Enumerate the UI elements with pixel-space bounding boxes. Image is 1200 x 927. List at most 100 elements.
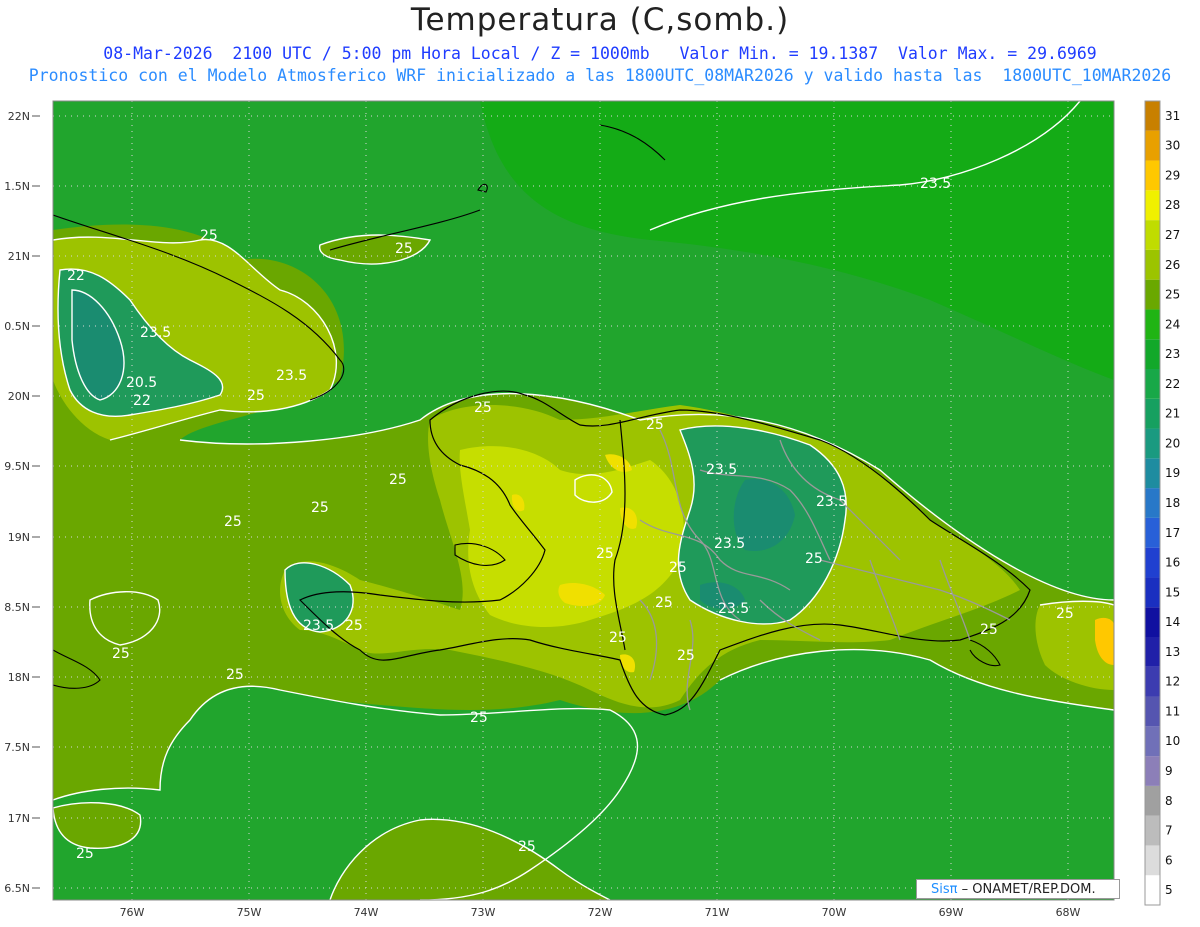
colorbar-label: 12 [1165,675,1180,689]
lat-tick-label: 9.5N [4,460,30,473]
colorbar-label: 14 [1165,615,1180,629]
colorbar-label: 21 [1165,407,1180,421]
lat-tick-label: 18N [8,671,30,684]
colorbar-swatch [1145,130,1160,161]
contour-label: 25 [345,618,363,634]
colorbar-swatch [1145,369,1160,399]
contour-label: 25 [389,472,407,488]
colorbar-label: 22 [1165,377,1180,391]
lon-tick-label: 74W [354,906,379,919]
lat-tick-label: 1.5N [4,180,30,193]
colorbar-label: 27 [1165,228,1180,242]
contour-label: 23.5 [714,536,745,552]
colorbar-label: 24 [1165,317,1180,331]
colorbar-swatch [1145,607,1160,637]
colorbar-swatch [1145,815,1160,846]
contour-label: 25 [1056,606,1074,622]
colorbar-label: 5 [1165,883,1173,897]
contour-label: 25 [247,388,265,404]
colorbar-swatch [1145,160,1160,191]
colorbar-label: 15 [1165,585,1180,599]
colorbar-swatch [1145,785,1160,816]
lat-tick-label: 8.5N [4,601,30,614]
contour-label: 25 [311,500,329,516]
lat-tick-label: 6.5N [4,882,30,895]
colorbar-swatch [1145,666,1160,697]
contour-label: 25 [395,241,413,257]
contour-label: 25 [655,595,673,611]
lat-tick-label: 22N [8,110,30,123]
colorbar-label: 8 [1165,794,1173,808]
colorbar-swatch [1145,309,1160,340]
colorbar-swatch [1145,726,1160,757]
colorbar-label: 25 [1165,288,1180,302]
lon-tick-label: 71W [705,906,730,919]
contour-label: 23.5 [706,462,737,478]
colorbar-label: 10 [1165,734,1180,748]
credit-box: Sisπ – ONAMET/REP.DOM. [916,879,1120,899]
contour-label: 25 [224,514,242,530]
colorbar-label: 9 [1165,764,1173,778]
lon-tick-label: 73W [471,906,496,919]
contour-label: 25 [76,846,94,862]
colorbar-label: 26 [1165,258,1180,272]
colorbar-swatch [1145,875,1160,905]
contour-label: 22 [67,268,85,284]
colorbar-label: 28 [1165,198,1180,212]
contour-label: 23.5 [718,601,749,617]
contour-label: 25 [646,417,664,433]
colorbar-swatch [1145,547,1160,578]
contour-label: 25 [609,630,627,646]
contour-label: 25 [805,551,823,567]
colorbar-swatch [1145,398,1160,429]
colorbar-label: 17 [1165,526,1180,540]
colorbar-label: 7 [1165,824,1173,838]
colorbar-label: 16 [1165,556,1180,570]
colorbar-swatch [1145,845,1160,876]
colorbar-swatch [1145,517,1160,548]
colorbar-label: 11 [1165,704,1180,718]
colorbar-label: 23 [1165,347,1180,361]
lon-tick-label: 72W [588,906,613,919]
lat-tick-label: 7.5N [4,741,30,754]
colorbar-swatch [1145,279,1160,310]
contour-label: 25 [226,667,244,683]
contour-label: 25 [518,839,536,855]
sispi-logo: Sisπ [931,882,958,897]
contour-label: 25 [596,546,614,562]
contour-label: 23.5 [140,325,171,341]
colorbar-swatch [1145,190,1160,221]
colorbar-label: 29 [1165,168,1180,182]
colorbar-label: 31 [1165,109,1180,123]
colorbar-swatch [1145,339,1160,369]
contour-label: 20.5 [126,375,157,391]
lat-tick-label: 20N [8,390,30,403]
contour-label: 25 [474,400,492,416]
temperature-map: 25 25 22 23.5 20.5 22 23.5 25 25 25 25 2… [4,100,1180,919]
lat-tick-label: 19N [8,531,30,544]
colorbar-label: 30 [1165,139,1180,153]
colorbar-label: 19 [1165,466,1180,480]
contour-label: 22 [133,393,151,409]
colorbar-swatch [1145,220,1160,250]
colorbar-swatch [1145,458,1160,489]
lat-tick-label: 21N [8,250,30,263]
colorbar: 5 6 7 8 9 10 11 12 13 14 15 16 17 18 19 20 21 22 23 24 25 26 2… [1144,100,1180,906]
colorbar-swatch [1145,101,1160,131]
colorbar-swatch [1145,249,1160,280]
colorbar-swatch [1145,577,1160,608]
contour-label: 25 [200,228,218,244]
credit-text: – ONAMET/REP.DOM. [957,882,1096,897]
colorbar-label: 13 [1165,645,1180,659]
contour-label: 23.5 [920,176,951,192]
latitude-axis: 22N 1.5N 21N 0.5N 20N 9.5N 19N 8.5N 18N … [4,110,40,895]
lon-tick-label: 70W [822,906,847,919]
colorbar-label: 6 [1165,853,1173,867]
contour-label: 23.5 [816,494,847,510]
lon-tick-label: 69W [939,906,964,919]
lat-tick-label: 0.5N [4,320,30,333]
lon-tick-label: 75W [237,906,262,919]
lat-tick-label: 17N [8,812,30,825]
colorbar-label: 18 [1165,496,1180,510]
contour-label: 25 [112,646,130,662]
